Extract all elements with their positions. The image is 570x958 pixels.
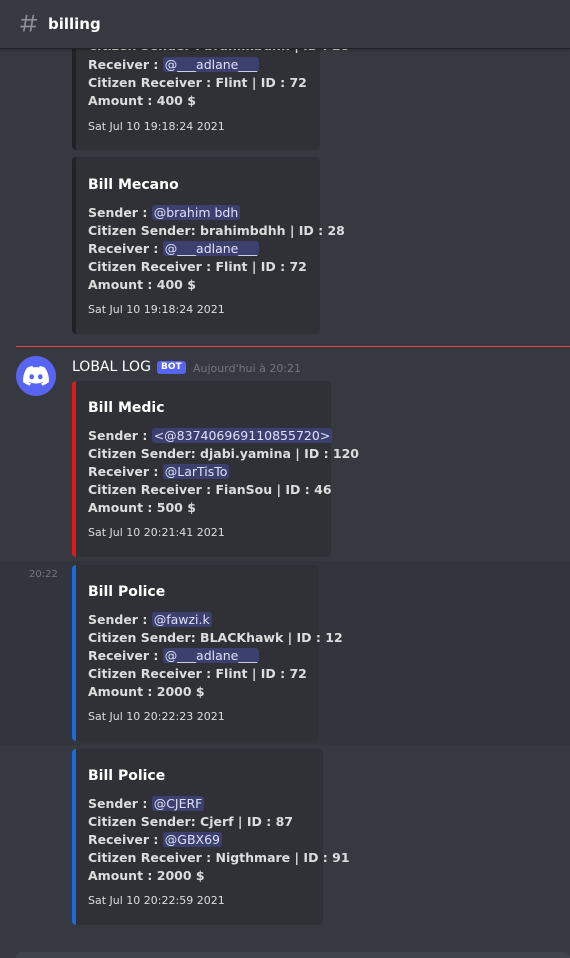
bot-badge: BOT [157, 361, 186, 374]
message-input[interactable] [16, 952, 570, 958]
channel-name: billing [48, 15, 101, 33]
citizen-receiver-line: Citizen Receiver : FianSou | ID : 46 [88, 482, 332, 497]
user-mention[interactable]: @___adlane___ [162, 241, 260, 256]
receiver-line: Receiver : @___adlane___ [88, 648, 260, 663]
citizen-receiver-line: Citizen Receiver : Nigthmare | ID : 91 [88, 850, 350, 865]
receiver-line: Receiver : @GBX69 [88, 832, 223, 847]
citizen-receiver-line: Citizen Receiver : Flint | ID : 72 [88, 666, 307, 681]
citizen-sender-line: Citizen Sender: Cjerf | ID : 87 [88, 814, 293, 829]
user-mention[interactable]: @CJERF [151, 796, 205, 811]
embed-title: Bill Police [88, 768, 166, 784]
amount-line: Amount : 2000 $ [88, 684, 205, 699]
bill-embed: Bill Mecano Sender : @brahim bdh Citizen… [72, 157, 345, 334]
user-mention[interactable]: @fawzi.k [151, 612, 212, 627]
sender-line: Sender : @brahim bdh [88, 205, 241, 220]
user-mention[interactable]: @brahim bdh [151, 205, 241, 220]
amount-line: Amount : 400 $ [88, 277, 196, 292]
user-mention[interactable]: @LarTisTo [162, 464, 230, 479]
avatar[interactable] [16, 356, 56, 396]
sender-line: Sender : <@837406969110855720> [88, 428, 333, 443]
embed-title: Bill Medic [88, 400, 165, 416]
amount-line: Amount : 400 $ [88, 93, 196, 108]
bill-embed: Bill Police Sender : @fawzi.k Citizen Se… [72, 565, 343, 741]
hover-timestamp: 20:22 [29, 569, 58, 580]
channel-header: billing [0, 0, 570, 49]
embed-footer: Sat Jul 10 20:22:59 2021 [88, 894, 225, 907]
embed-footer: Sat Jul 10 20:22:23 2021 [88, 710, 225, 723]
citizen-receiver-line: Citizen Receiver : Flint | ID : 72 [88, 259, 307, 274]
bill-embed: Bill Medic Sender : <@837406969110855720… [72, 381, 359, 557]
amount-line: Amount : 500 $ [88, 500, 196, 515]
user-mention[interactable]: @GBX69 [162, 832, 223, 847]
hashtag-icon [18, 14, 38, 34]
embed-footer: Sat Jul 10 20:21:41 2021 [88, 526, 225, 539]
user-mention[interactable]: @___adlane___ [162, 648, 260, 663]
author-name[interactable]: LOBAL LOG [72, 359, 151, 375]
citizen-sender-line: Citizen Sender: BLACKhawk | ID : 12 [88, 630, 343, 645]
amount-line: Amount : 2000 $ [88, 868, 205, 883]
bill-embed: Bill Police Sender : @CJERF Citizen Send… [72, 749, 350, 925]
user-mention[interactable]: <@837406969110855720> [151, 428, 333, 443]
receiver-line: Receiver : @___adlane___ [88, 241, 260, 256]
receiver-line: Receiver : @___adlane___ [88, 57, 260, 72]
citizen-sender-line: Citizen Sender: brahimbdhh | ID : 28 [88, 223, 345, 238]
sender-line: Sender : @CJERF [88, 796, 205, 811]
embed-footer: Sat Jul 10 19:18:24 2021 [88, 303, 225, 316]
embed-footer: Sat Jul 10 19:18:24 2021 [88, 120, 225, 133]
embed-title: Bill Mecano [88, 177, 179, 193]
sender-line: Sender : @fawzi.k [88, 612, 212, 627]
discord-logo-icon [23, 366, 49, 386]
embed-title: Bill Police [88, 584, 166, 600]
citizen-receiver-line: Citizen Receiver : Flint | ID : 72 [88, 75, 307, 90]
new-messages-divider [16, 346, 570, 347]
receiver-line: Receiver : @LarTisTo [88, 464, 230, 479]
message-timestamp: Aujourd'hui à 20:21 [193, 362, 302, 375]
citizen-sender-line: Citizen Sender: djabi.yamina | ID : 120 [88, 446, 360, 461]
user-mention[interactable]: @___adlane___ [162, 57, 260, 72]
